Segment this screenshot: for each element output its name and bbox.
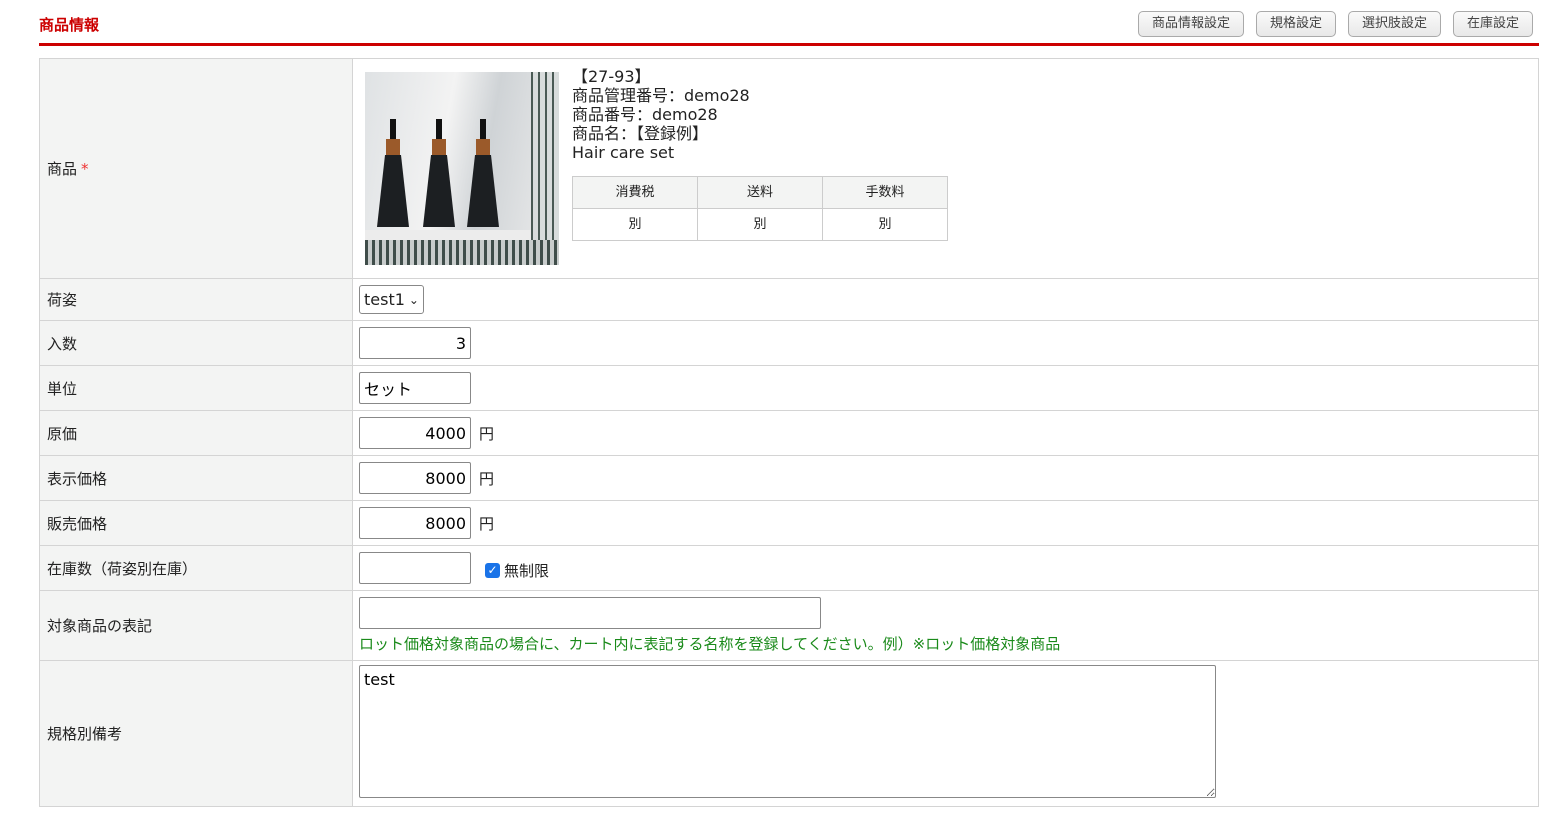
cost-input[interactable] <box>359 417 471 449</box>
section-title: 商品情報 <box>39 16 100 34</box>
unit-label: 単位 <box>39 365 353 411</box>
spec-settings-button[interactable]: 規格設定 <box>1255 11 1336 37</box>
quantity-label: 入数 <box>39 320 353 366</box>
target-label-input[interactable] <box>359 597 821 629</box>
target-label-label: 対象商品の表記 <box>39 590 353 661</box>
product-info-settings-button[interactable]: 商品情報設定 <box>1137 11 1244 37</box>
section-header: 商品情報 商品情報設定 規格設定 選択肢設定 在庫設定 <box>39 0 1539 46</box>
fee-value-tax: 別 <box>572 208 698 241</box>
fee-header-shipping: 送料 <box>697 176 823 209</box>
fee-table: 消費税 送料 手数料 別別別 <box>572 176 948 241</box>
option-settings-button[interactable]: 選択肢設定 <box>1347 11 1441 37</box>
unlimited-checkbox[interactable]: ✓ 無制限 <box>485 560 549 581</box>
fee-header-handling: 手数料 <box>822 176 948 209</box>
check-icon: ✓ <box>485 562 500 578</box>
target-label-note: ロット価格対象商品の場合に、カート内に表記する名称を登録してください。例）※ロッ… <box>359 635 1061 653</box>
fee-value-shipping: 別 <box>697 208 823 241</box>
sale-price-label: 販売価格 <box>39 500 353 546</box>
stock-settings-button[interactable]: 在庫設定 <box>1452 11 1533 37</box>
stock-input[interactable] <box>359 552 471 584</box>
required-mark: * <box>81 160 89 178</box>
sale-price-yen: 円 <box>479 514 495 533</box>
stock-label: 在庫数（荷姿別在庫） <box>39 545 353 591</box>
cost-yen: 円 <box>479 424 495 443</box>
cost-label: 原価 <box>39 410 353 456</box>
product-management-number: 商品管理番号：demo28 <box>572 86 750 105</box>
display-price-yen: 円 <box>479 469 495 488</box>
product-number: 商品番号：demo28 <box>572 105 718 124</box>
fee-header-tax: 消費税 <box>572 176 698 209</box>
product-name: 商品名：【登録例】 <box>572 124 709 143</box>
product-code: 【27-93】 <box>572 67 651 86</box>
packing-label: 荷姿 <box>39 278 353 321</box>
product-name-line2: Hair care set <box>572 143 675 162</box>
remarks-label: 規格別備考 <box>39 660 353 807</box>
display-price-input[interactable] <box>359 462 471 494</box>
product-label: 商品 <box>47 160 78 178</box>
product-image <box>365 72 559 265</box>
fee-value-handling: 別 <box>822 208 948 241</box>
product-form-table: 商品 * 【27-93】 商品管理番号：demo28 商品番号：demo28 商品… <box>39 58 1539 807</box>
unit-input[interactable] <box>359 372 471 404</box>
packing-select[interactable]: test1 ⌄ <box>359 285 424 314</box>
display-price-label: 表示価格 <box>39 455 353 501</box>
sale-price-input[interactable] <box>359 507 471 539</box>
remarks-textarea[interactable]: test <box>359 665 1216 798</box>
chevron-down-icon: ⌄ <box>408 292 419 307</box>
quantity-input[interactable] <box>359 327 471 359</box>
